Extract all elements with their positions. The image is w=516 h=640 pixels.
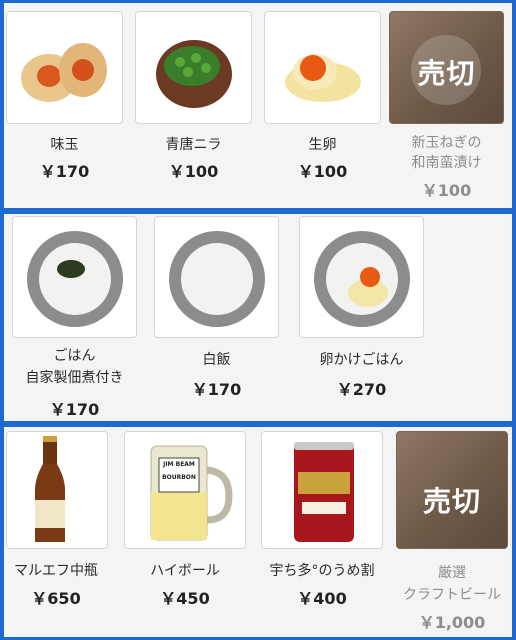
- item-name: ハイボール: [150, 563, 220, 579]
- egg-rice-icon: [314, 231, 410, 327]
- item-name: 青唐ニラ: [165, 137, 222, 153]
- item-price: ￥1,000: [418, 613, 486, 632]
- item-price: ￥400: [297, 589, 347, 608]
- menu-item-hakumai[interactable]: [154, 216, 279, 338]
- rice-with-tsukudani-icon: [27, 231, 123, 327]
- item-name: 味玉: [50, 137, 79, 153]
- item-name: 自家製佃煮付き: [25, 370, 124, 386]
- highball-mug-icon: [150, 445, 233, 541]
- item-name: ごはん: [53, 348, 96, 364]
- raw-egg-icon: [285, 54, 361, 102]
- sold-out-label: 売切: [422, 485, 481, 518]
- highball-brand: JIM BEAM: [163, 461, 195, 468]
- ume-chuhai-can-icon: [294, 442, 354, 542]
- menu-item-soldout: 売切: [396, 431, 508, 549]
- menu-item-maruefu-beer[interactable]: [6, 431, 108, 549]
- white-rice-icon: [169, 231, 265, 327]
- item-price: ￥270: [336, 380, 387, 399]
- sold-out-label: 売切: [417, 57, 476, 90]
- item-price: ￥450: [160, 589, 210, 608]
- item-price: ￥650: [31, 589, 81, 608]
- item-name: 和南蛮漬け: [411, 155, 482, 171]
- highball-brand-sub: BOURBON: [162, 474, 196, 481]
- beer-bottle-icon: [35, 436, 65, 542]
- item-name: クラフトビール: [403, 587, 501, 603]
- menu-item-aotou-nira[interactable]: [135, 11, 252, 124]
- menu-item-soldout: 売切: [389, 11, 504, 124]
- item-name: 宇ち多°のうめ割: [269, 563, 375, 579]
- item-price: ￥100: [168, 162, 219, 181]
- menu-section-drinks: マルエフ中瓶 ￥650 JIM BEAM BOURBON ハイボール ￥450 …: [4, 427, 512, 637]
- marinated-egg-icon: [21, 43, 107, 102]
- menu-section-rice: ごはん 自家製佃煮付き ￥170 白飯 ￥170 卵かけごはん ￥270: [4, 214, 512, 421]
- menu-item-raw-egg[interactable]: [264, 11, 381, 124]
- item-name: 生卵: [308, 137, 337, 153]
- item-price: ￥170: [191, 380, 242, 399]
- green-chili-chive-icon: [156, 40, 232, 108]
- menu-item-ajitama[interactable]: [6, 11, 123, 124]
- item-name: 卵かけごはん: [319, 352, 404, 368]
- menu-section-toppings: 味玉 ￥170 青唐ニラ ￥100 生卵 ￥100 売切 新玉ねぎの 和南蛮漬け…: [4, 3, 512, 208]
- item-name: マルエフ中瓶: [14, 563, 98, 579]
- item-name: 新玉ねぎの: [411, 135, 482, 151]
- menu-item-highball[interactable]: JIM BEAM BOURBON: [124, 431, 246, 549]
- menu-item-tamago-kake-gohan[interactable]: [299, 216, 424, 338]
- item-price: ￥100: [297, 162, 348, 181]
- item-name: 白飯: [202, 352, 231, 368]
- menu-item-gohan-tsukudani[interactable]: [12, 216, 137, 338]
- item-name: 厳選: [438, 565, 466, 581]
- item-price: ￥170: [49, 400, 100, 419]
- menu-item-ume-wari[interactable]: [261, 431, 383, 549]
- item-price: ￥100: [421, 181, 472, 200]
- item-price: ￥170: [39, 162, 90, 181]
